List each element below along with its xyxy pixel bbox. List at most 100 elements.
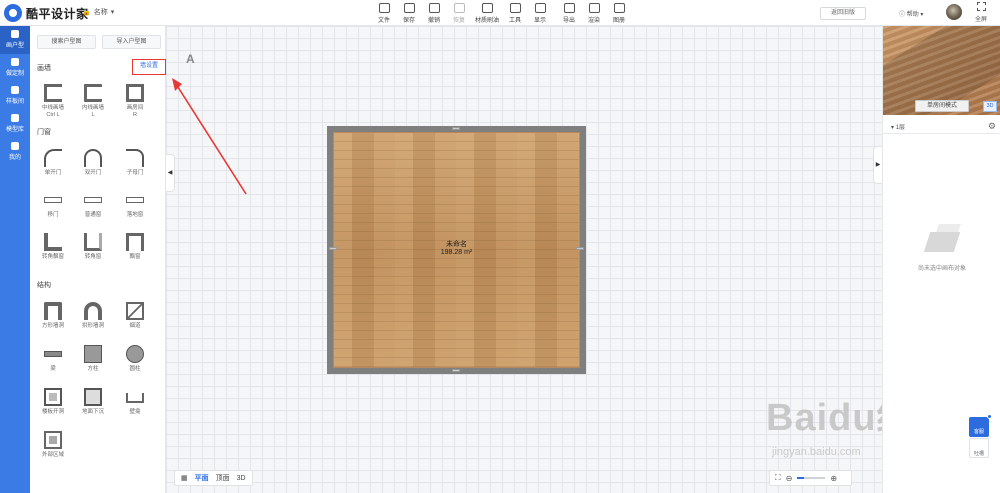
nav-item-house[interactable]: 样板间: [0, 82, 30, 110]
room-walls[interactable]: 未命名 198.28 m²: [327, 126, 586, 374]
wall-handle-right[interactable]: [576, 247, 584, 250]
toolbar-undo-button[interactable]: 撤销: [421, 3, 447, 24]
component-wall-c[interactable]: 中线画墙 Ctrl L: [35, 84, 71, 119]
component-win[interactable]: 移门: [35, 191, 71, 219]
component-round[interactable]: 圆柱: [117, 345, 153, 373]
collapse-left-panel-button[interactable]: ◀: [166, 154, 175, 192]
component-label: 梁: [50, 366, 56, 372]
gear-icon[interactable]: ⚙: [988, 121, 996, 132]
customer-service-button[interactable]: 客服: [969, 417, 989, 437]
design-canvas[interactable]: A 未命名 198.28 m² Baidu经验 jingyan.baidu.co…: [166, 26, 954, 493]
room-floor[interactable]: 未命名 198.28 m²: [333, 132, 580, 368]
toolbar-tools-button[interactable]: 工具: [502, 3, 528, 24]
view-tab-ceiling[interactable]: 顶面: [216, 473, 230, 483]
wall-c2-icon: [84, 84, 102, 102]
feedback-button[interactable]: 吐槽: [969, 438, 989, 458]
toolbar-render-button[interactable]: 渲染: [581, 3, 607, 24]
single-room-mode-button[interactable]: 单房间模式: [915, 100, 969, 112]
3d-preview[interactable]: 单房间模式 3D: [883, 26, 1000, 115]
component-flue[interactable]: 楼板开洞: [35, 388, 71, 416]
export-icon: [563, 3, 575, 13]
layers-icon[interactable]: ▦: [181, 474, 188, 482]
fullscreen-label: 全屏: [974, 17, 987, 23]
toolbar-export-button[interactable]: 导出: [556, 3, 582, 24]
bay-icon: [126, 233, 144, 251]
component-shortcut: Ctrl L: [46, 112, 60, 118]
component-outer[interactable]: 外部区域: [35, 431, 71, 459]
nav-item-user[interactable]: 我的: [0, 138, 30, 166]
component-win[interactable]: 普通窗: [75, 191, 111, 219]
customer-service-label: 客服: [973, 429, 984, 435]
component-corner2[interactable]: 转角窗: [75, 233, 111, 261]
win-icon: [44, 197, 62, 203]
fit-screen-icon[interactable]: ⛶: [775, 473, 781, 483]
component-drop[interactable]: 地面下沉: [75, 388, 111, 416]
back-old-version-button[interactable]: 返回旧版: [820, 7, 866, 20]
toolbar-label: 工具: [508, 18, 521, 24]
component-wall-c2[interactable]: 内线画墙 L: [75, 84, 111, 119]
panel-tabs: 搜索户型图 导入户型图: [37, 35, 161, 49]
wall-c-icon: [44, 84, 62, 102]
search-floorplan-button[interactable]: 搜索户型图: [37, 35, 96, 49]
fullscreen-button[interactable]: 全屏: [970, 2, 992, 23]
component-label: 拱形墙洞: [81, 323, 104, 329]
wall-handle-top[interactable]: [452, 127, 460, 130]
corner2-icon: [84, 233, 102, 251]
component-beam[interactable]: 梁: [35, 345, 71, 373]
toolbar-redo-button[interactable]: 恢复: [446, 3, 472, 24]
wall-settings-button[interactable]: 墙设置: [132, 59, 166, 75]
fullscreen-icon: [976, 2, 986, 11]
zoom-in-icon[interactable]: ⊕: [830, 474, 837, 483]
wall-handle-bottom[interactable]: [452, 369, 460, 372]
toolbar-brush-button[interactable]: 材质刷油: [474, 3, 500, 24]
avatar[interactable]: [946, 4, 962, 20]
component-arch[interactable]: 方形墙洞: [35, 302, 71, 330]
collapse-right-panel-button[interactable]: ▶: [873, 146, 882, 184]
toolbar-label: 撤销: [427, 18, 440, 24]
nav-item-custom[interactable]: 做定制: [0, 54, 30, 82]
zoom-slider[interactable]: [797, 477, 826, 479]
lock-icon: 🔒: [82, 9, 91, 16]
win-icon: [126, 197, 144, 203]
component-label: 落地窗: [126, 212, 144, 218]
component-label: 烟道: [129, 323, 141, 329]
house-icon: [11, 86, 19, 94]
file-icon: [378, 3, 390, 13]
component-niche[interactable]: 烟道: [117, 302, 153, 330]
component-arch2[interactable]: 拱形墙洞: [75, 302, 111, 330]
toolbar-album-button[interactable]: 图册: [606, 3, 632, 24]
component-door[interactable]: 单开门: [35, 149, 71, 177]
help-menu[interactable]: ⓘ 帮助 ▾: [899, 9, 923, 18]
app-logo[interactable]: 酷平设计家: [4, 4, 89, 22]
view-tab-plan[interactable]: 平面: [195, 473, 209, 483]
zoom-out-icon[interactable]: ⊖: [786, 474, 793, 483]
component-shelf[interactable]: 壁龛: [117, 388, 153, 416]
chevron-down-icon: ▾: [110, 9, 115, 16]
component-corner[interactable]: 转角飘窗: [35, 233, 71, 261]
import-floorplan-button[interactable]: 导入户型图: [102, 35, 161, 49]
component-room[interactable]: 画房间 R: [117, 84, 153, 119]
user-icon: [11, 142, 19, 150]
nav-item-label: 画户型: [5, 43, 24, 49]
component-bay[interactable]: 飘窗: [117, 233, 153, 261]
nav-item-floorplan[interactable]: 画户型: [0, 26, 30, 54]
toolbar-file-button[interactable]: 文件: [371, 3, 397, 24]
nav-item-box[interactable]: 模型库: [0, 110, 30, 138]
floor-label: 1层: [895, 125, 906, 131]
floor-selector[interactable]: ▾ 1层 ⚙: [883, 118, 1000, 134]
toolbar-save-button[interactable]: 保存: [396, 3, 422, 24]
component-door2[interactable]: 双开门: [75, 149, 111, 177]
custom-icon: [11, 58, 19, 66]
preview-3d-toggle[interactable]: 3D: [983, 101, 997, 112]
component-win[interactable]: 落地窗: [117, 191, 153, 219]
wall-handle-left[interactable]: [329, 247, 337, 250]
component-square[interactable]: 方柱: [75, 345, 111, 373]
logo-icon: [4, 4, 22, 22]
component-label: 双开门: [84, 170, 102, 176]
toolbar-label: 材质刷油: [474, 18, 499, 24]
component-door3[interactable]: 子母门: [117, 149, 153, 177]
view-tab-3d[interactable]: 3D: [237, 475, 246, 482]
component-label: 转角飘窗: [41, 254, 64, 260]
toolbar-eye-button[interactable]: 显示: [527, 3, 553, 24]
project-name-menu[interactable]: 🔒 名称 ▾: [82, 7, 114, 17]
